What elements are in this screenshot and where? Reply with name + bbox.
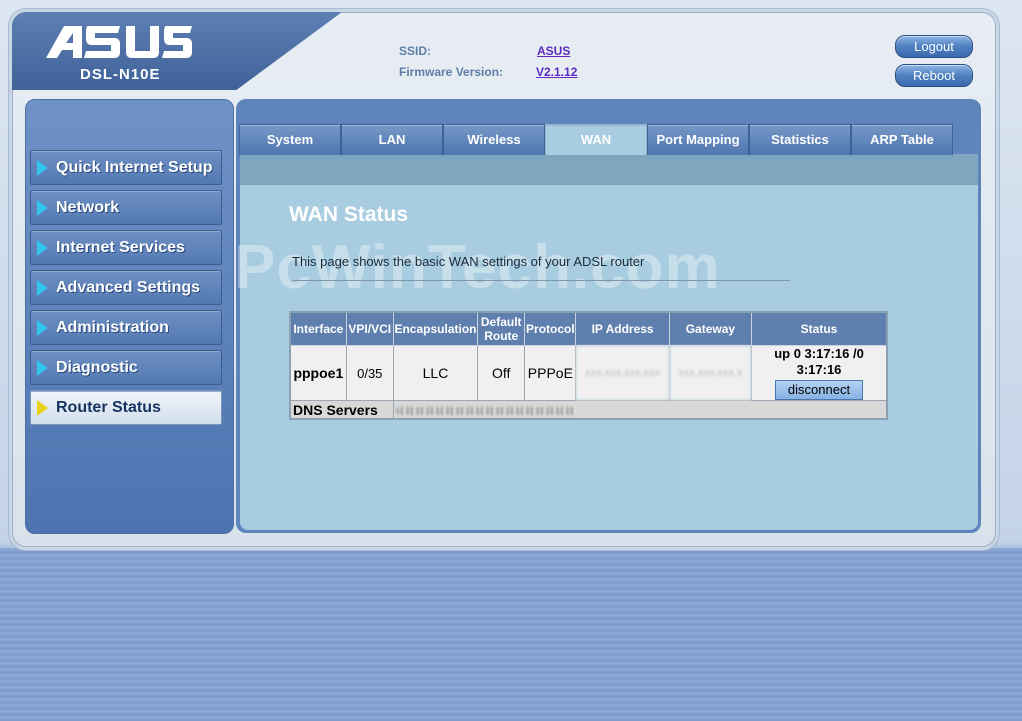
- logout-button[interactable]: Logout: [895, 35, 973, 58]
- sidebar-item-quick-internet-setup[interactable]: Quick Internet Setup: [30, 150, 222, 185]
- column-header: Default Route: [477, 311, 526, 346]
- page-title: WAN Status: [289, 203, 409, 226]
- sub-tab-bar: [240, 154, 978, 185]
- arrow-icon: [37, 400, 48, 416]
- ssid-label: SSID:: [399, 44, 432, 58]
- tab-wireless[interactable]: Wireless: [443, 124, 545, 155]
- vpi-vci-cell: 0/35: [345, 345, 394, 401]
- disconnect-button[interactable]: disconnect: [775, 380, 863, 400]
- redacted-value: [395, 406, 576, 415]
- tab-wan[interactable]: WAN: [545, 124, 647, 155]
- model-name: DSL-N10E: [80, 66, 161, 83]
- page-description: This page shows the basic WAN settings o…: [292, 254, 645, 269]
- ip-address-cell: xxx.xxx.xxx.xxx: [575, 345, 670, 401]
- tab-lan[interactable]: LAN: [341, 124, 443, 155]
- default-route-cell: Off: [477, 345, 526, 401]
- tab-arp-table[interactable]: ARP Table: [851, 124, 953, 155]
- sidebar-item-router-status[interactable]: Router Status: [30, 390, 222, 425]
- asus-logo: [46, 26, 192, 58]
- sidebar-item-administration[interactable]: Administration: [30, 310, 222, 345]
- sidebar-item-label: Diagnostic: [56, 359, 138, 376]
- reboot-button[interactable]: Reboot: [895, 64, 973, 87]
- dns-servers-value: [392, 400, 888, 420]
- connection-status-text: up 0 3:17:16 /0 3:17:16: [774, 346, 864, 377]
- table-header-row: Interface VPI/VCI Encapsulation Default …: [289, 311, 888, 346]
- column-header: Interface: [289, 311, 347, 346]
- arrow-icon: [37, 240, 48, 256]
- sidebar-item-label: Network: [56, 199, 120, 216]
- arrow-icon: [37, 280, 48, 296]
- sidebar-item-diagnostic[interactable]: Diagnostic: [30, 350, 222, 385]
- sidebar-item-label: Internet Services: [56, 239, 185, 256]
- sidebar-item-label: Quick Internet Setup: [56, 159, 213, 176]
- tab-system[interactable]: System: [239, 124, 341, 155]
- column-header: Protocol: [524, 311, 577, 346]
- sidebar-item-label: Advanced Settings: [56, 279, 201, 296]
- sidebar-item-network[interactable]: Network: [30, 190, 222, 225]
- column-header: Status: [751, 311, 888, 346]
- firmware-link[interactable]: V2.1.12: [536, 65, 577, 79]
- dns-row: DNS Servers: [289, 400, 888, 420]
- status-cell: up 0 3:17:16 /0 3:17:16 disconnect: [751, 345, 888, 401]
- interface-cell: pppoe1: [289, 345, 347, 401]
- arrow-icon: [37, 200, 48, 216]
- column-header: IP Address: [575, 311, 670, 346]
- gateway-cell: xxx.xxx.xxx.x: [668, 345, 753, 401]
- ssid-link[interactable]: ASUS: [537, 44, 570, 58]
- wan-status-table: Interface VPI/VCI Encapsulation Default …: [289, 311, 888, 420]
- column-header: VPI/VCI: [345, 311, 394, 346]
- dns-servers-label: DNS Servers: [289, 400, 394, 420]
- tab-port-mapping[interactable]: Port Mapping: [647, 124, 749, 155]
- column-header: Gateway: [668, 311, 753, 346]
- divider: [292, 280, 790, 281]
- firmware-label: Firmware Version:: [399, 65, 504, 79]
- arrow-icon: [37, 360, 48, 376]
- arrow-icon: [37, 160, 48, 176]
- arrow-icon: [37, 320, 48, 336]
- column-header: Encapsulation: [392, 311, 479, 346]
- page-background-bands: [0, 548, 1022, 721]
- protocol-cell: PPPoE: [524, 345, 577, 401]
- sidebar-item-label: Router Status: [56, 399, 161, 416]
- sidebar-item-advanced-settings[interactable]: Advanced Settings: [30, 270, 222, 305]
- sidebar-item-internet-services[interactable]: Internet Services: [30, 230, 222, 265]
- table-row: pppoe1 0/35 LLC Off PPPoE xxx.xxx.xxx.xx…: [289, 345, 888, 401]
- sidebar-item-label: Administration: [56, 319, 169, 336]
- encapsulation-cell: LLC: [392, 345, 479, 401]
- tab-statistics[interactable]: Statistics: [749, 124, 851, 155]
